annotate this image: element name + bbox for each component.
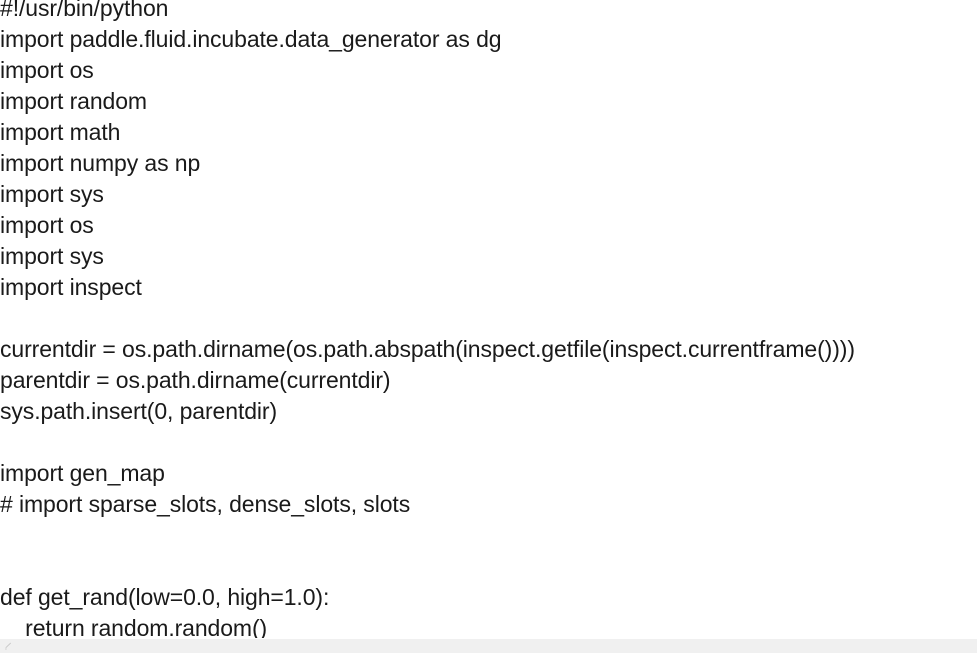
code-line: import os <box>0 57 94 83</box>
code-line: import gen_map <box>0 460 165 486</box>
code-line: def get_rand(low=0.0, high=1.0): <box>0 584 330 610</box>
code-line: import sys <box>0 243 104 269</box>
code-line: # import sparse_slots, dense_slots, slot… <box>0 491 411 517</box>
code-line: sys.path.insert(0, parentdir) <box>0 398 278 424</box>
code-text-area[interactable]: #!/usr/bin/python import paddle.fluid.inc… <box>0 0 977 638</box>
code-line: import random <box>0 88 147 114</box>
code-line: #!/usr/bin/python <box>0 0 169 21</box>
code-lines-container: #!/usr/bin/python import paddle.fluid.inc… <box>0 0 855 638</box>
code-line: return random.random() <box>0 615 268 638</box>
code-line: import paddle.fluid.incubate.data_genera… <box>0 26 502 52</box>
code-viewer: #!/usr/bin/python import paddle.fluid.inc… <box>0 0 977 653</box>
code-line: import numpy as np <box>0 150 201 176</box>
code-line: import os <box>0 212 94 238</box>
code-line: import sys <box>0 181 104 207</box>
code-line: parentdir = os.path.dirname(currentdir) <box>0 367 391 393</box>
horizontal-scrollbar[interactable] <box>0 638 977 653</box>
code-line: currentdir = os.path.dirname(os.path.abs… <box>0 336 855 362</box>
code-line: import math <box>0 119 121 145</box>
code-line: import inspect <box>0 274 142 300</box>
chevron-left-icon[interactable] <box>2 640 15 653</box>
